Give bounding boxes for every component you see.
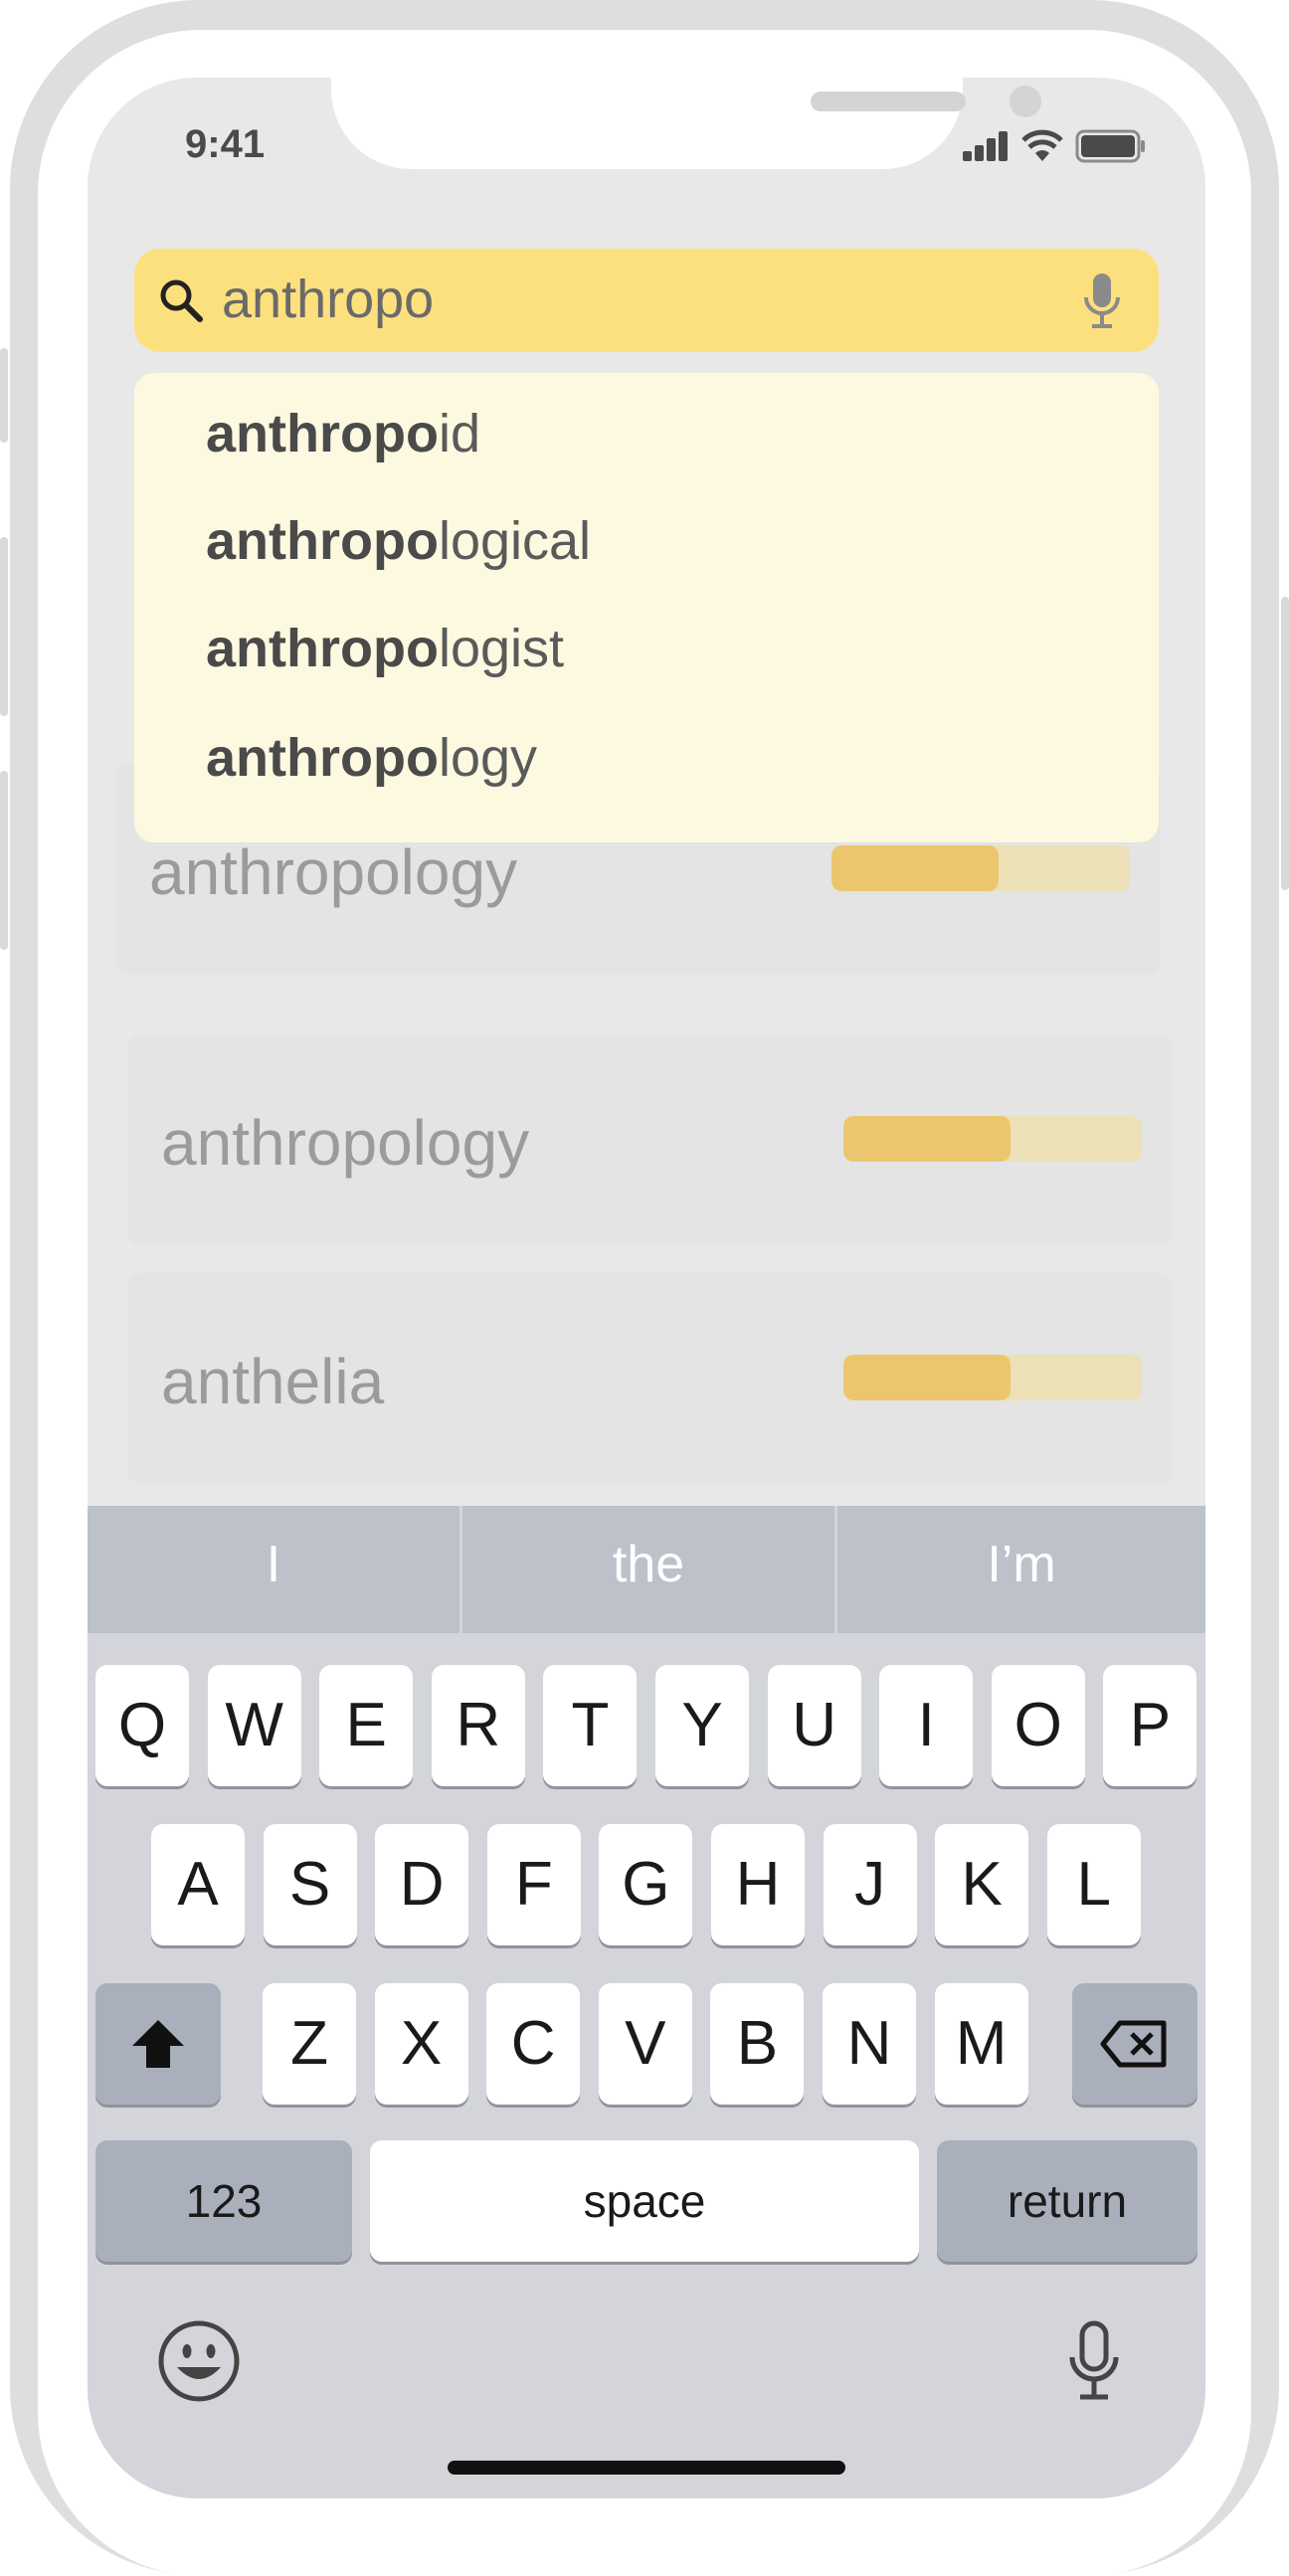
- word-card[interactable]: anthropology: [127, 1034, 1172, 1245]
- suggestions-dropdown: anthropoid anthropological anthropologis…: [134, 373, 1159, 842]
- key-i[interactable]: I: [879, 1665, 974, 1786]
- key-v[interactable]: V: [598, 1983, 692, 2105]
- suggestion-item[interactable]: anthropologist: [206, 618, 564, 679]
- volume-down-button: [0, 771, 8, 950]
- keyboard: I the I’m QWERTYUIOP ASDFGHJKL ZXCVBNM 1…: [88, 1506, 1205, 2498]
- prediction-item[interactable]: I: [88, 1506, 460, 1633]
- key-h[interactable]: H: [711, 1824, 805, 1945]
- key-x[interactable]: X: [374, 1983, 468, 2105]
- word-card-label: anthropology: [149, 836, 518, 908]
- wifi-icon: [1021, 129, 1063, 161]
- key-g[interactable]: G: [599, 1824, 693, 1945]
- key-k[interactable]: K: [935, 1824, 1029, 1945]
- home-indicator[interactable]: [448, 2461, 845, 2475]
- progress-bar: [843, 1116, 1142, 1162]
- key-d[interactable]: D: [375, 1824, 469, 1945]
- battery-icon: [1075, 129, 1145, 163]
- search-input[interactable]: anthropo: [222, 269, 434, 330]
- signal-icon: [963, 131, 1009, 161]
- volume-up-button: [0, 537, 8, 716]
- prediction-item[interactable]: I’m: [837, 1506, 1205, 1633]
- key-e[interactable]: E: [319, 1665, 414, 1786]
- status-time: 9:41: [185, 122, 266, 166]
- key-z[interactable]: Z: [263, 1983, 356, 2105]
- delete-key[interactable]: [1072, 1983, 1197, 2105]
- notch: [331, 78, 1041, 169]
- key-w[interactable]: W: [207, 1665, 301, 1786]
- front-camera: [1010, 86, 1041, 117]
- progress-fill: [843, 1355, 1011, 1400]
- key-q[interactable]: Q: [95, 1665, 189, 1786]
- suggestion-item[interactable]: anthropological: [206, 510, 591, 572]
- progress-bar: [831, 845, 1130, 891]
- key-m[interactable]: M: [934, 1983, 1028, 2105]
- key-n[interactable]: N: [823, 1983, 916, 2105]
- key-y[interactable]: Y: [655, 1665, 749, 1786]
- key-t[interactable]: T: [543, 1665, 638, 1786]
- space-key[interactable]: space: [370, 2140, 919, 2262]
- mute-switch: [0, 348, 8, 443]
- key-c[interactable]: C: [486, 1983, 581, 2105]
- word-card[interactable]: anthelia: [127, 1273, 1172, 1484]
- dictation-icon[interactable]: [1066, 2319, 1122, 2403]
- return-key[interactable]: return: [937, 2140, 1197, 2262]
- shift-icon: [132, 2020, 184, 2068]
- progress-fill: [843, 1116, 1011, 1162]
- key-f[interactable]: F: [486, 1824, 581, 1945]
- key-b[interactable]: B: [710, 1983, 805, 2105]
- screen: 9:41 anthropo anthropology anthropology: [88, 78, 1205, 2498]
- key-s[interactable]: S: [263, 1824, 357, 1945]
- progress-fill: [831, 845, 999, 891]
- key-l[interactable]: L: [1046, 1824, 1141, 1945]
- word-card-label: anthropology: [161, 1107, 530, 1179]
- microphone-icon[interactable]: [1082, 272, 1122, 331]
- suggestion-item[interactable]: anthropology: [206, 727, 537, 789]
- key-j[interactable]: J: [823, 1824, 917, 1945]
- search-icon: [160, 279, 203, 322]
- progress-bar: [843, 1355, 1142, 1400]
- key-p[interactable]: P: [1103, 1665, 1197, 1786]
- speaker-grille: [811, 92, 966, 111]
- delete-icon: [1100, 2020, 1167, 2068]
- power-button: [1281, 597, 1289, 890]
- numbers-key[interactable]: 123: [95, 2140, 352, 2262]
- key-o[interactable]: O: [991, 1665, 1085, 1786]
- key-u[interactable]: U: [767, 1665, 861, 1786]
- prediction-item[interactable]: the: [462, 1506, 834, 1633]
- suggestion-item[interactable]: anthropoid: [206, 403, 480, 464]
- key-a[interactable]: A: [151, 1824, 245, 1945]
- word-card-label: anthelia: [161, 1346, 385, 1417]
- key-r[interactable]: R: [431, 1665, 525, 1786]
- shift-key[interactable]: [95, 1983, 221, 2105]
- emoji-icon[interactable]: [157, 2319, 241, 2403]
